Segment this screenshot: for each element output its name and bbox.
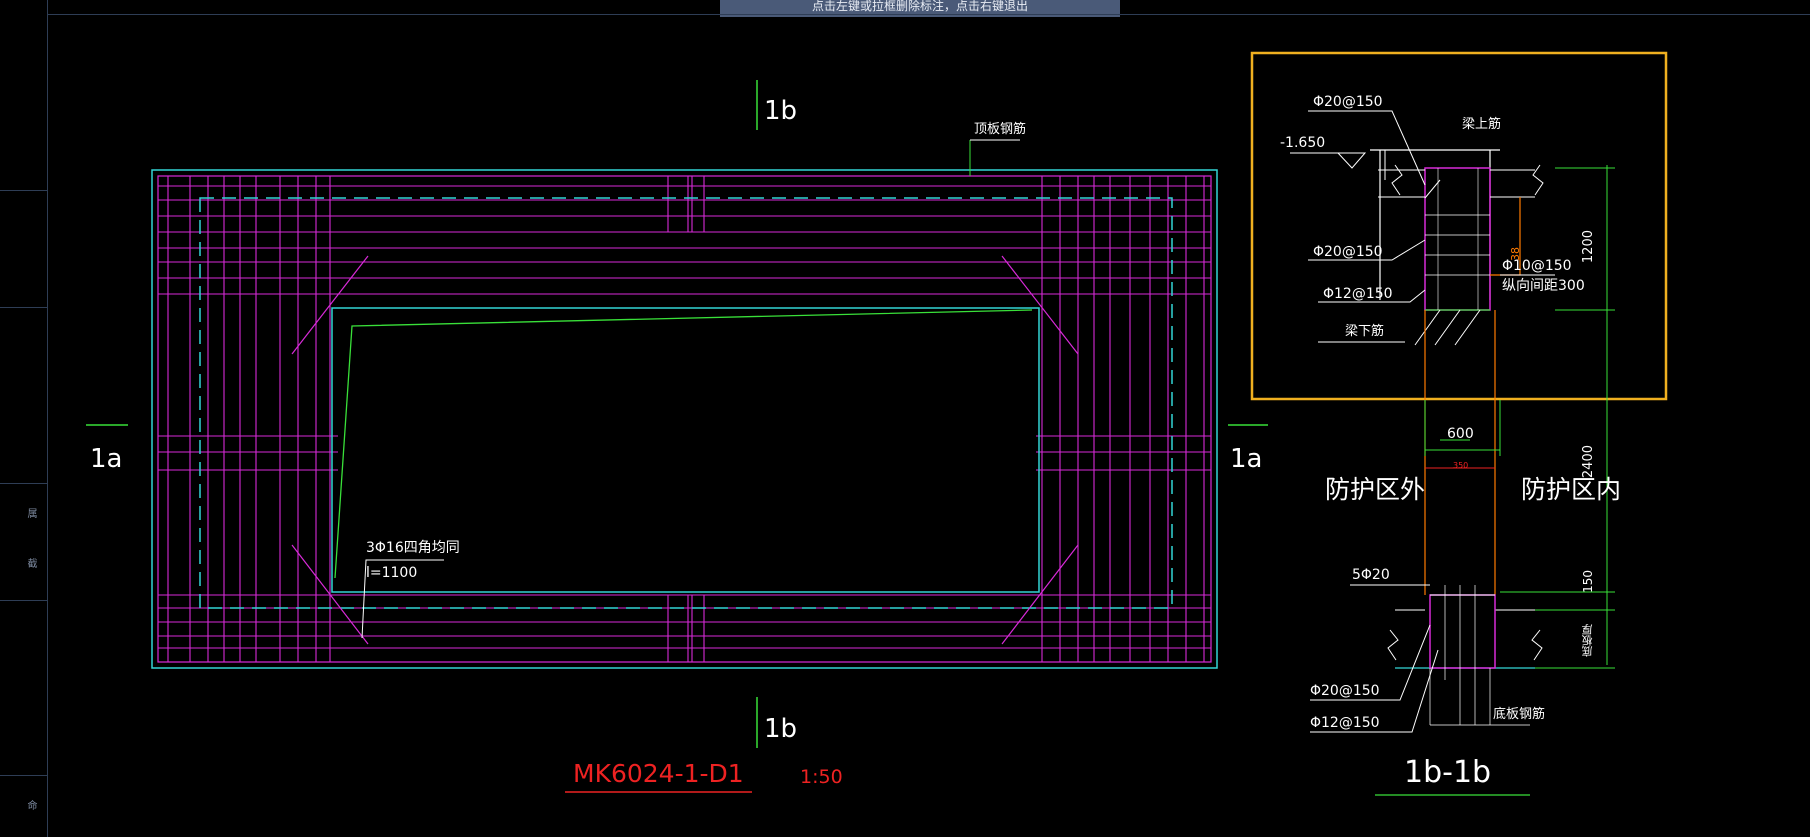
panel-separator (0, 307, 47, 308)
drawing-scale: 1:50 (800, 766, 843, 788)
rebar-label-mid: Φ20@150 (1313, 244, 1383, 260)
top-bar-label: 顶板钢筋 (974, 122, 1027, 137)
rebar-label-mid-2: Φ12@150 (1323, 286, 1393, 302)
section-label-left: 1a (90, 444, 123, 474)
panel-tab-2[interactable]: 截 (8, 558, 38, 568)
panel-separator (0, 190, 47, 191)
section-label-bottom: 1b (764, 714, 798, 744)
panel-separator (0, 483, 47, 484)
rebar-label-top: Φ20@150 (1313, 94, 1383, 110)
spacing-label: 纵向间距300 (1502, 278, 1585, 294)
rebar-5-label: 5Φ20 (1352, 567, 1390, 583)
green-polyline (334, 309, 1033, 579)
dim-1200: 1200 (1581, 230, 1596, 264)
dim-350: 350 (1453, 461, 1469, 470)
section-title: 1b-1b (1404, 755, 1492, 790)
rebar-label-bottom-2: Φ12@150 (1310, 715, 1380, 731)
panel-tab-3[interactable]: 命 (8, 800, 38, 810)
top-divider (47, 14, 1810, 15)
base-bar-label: 底板钢筋 (1493, 707, 1546, 722)
dim-600: 600 (1447, 426, 1474, 442)
stirrup-label: Φ10@150 (1502, 258, 1572, 274)
rebar-label-bottom-1: Φ20@150 (1310, 683, 1380, 699)
wall-dashed-line (199, 197, 1173, 609)
corner-bar-length: l=1100 (366, 565, 418, 581)
beam-top-label: 梁上筋 (1462, 117, 1502, 132)
elevation-label: -1.650 (1280, 135, 1326, 151)
panel-tab-1[interactable]: 属 (8, 508, 38, 518)
panel-separator (0, 600, 47, 601)
plan-rebar-grid (158, 176, 1211, 662)
dim-2400: 2400 (1581, 445, 1596, 479)
slab-outline (151, 169, 1218, 669)
beam-bottom-label: 梁下筋 (1345, 324, 1385, 339)
base-thickness-label: 底板厚 (1581, 624, 1594, 657)
drawing-title: MK6024-1-D1 (573, 759, 744, 788)
section-label-right: 1a (1230, 444, 1263, 474)
panel-separator (0, 775, 47, 776)
hint-text: 点击左键或拉框删除标注，点击右键退出 (811, 0, 1028, 13)
dim-38: 38 (1509, 247, 1522, 261)
corner-bars (291, 255, 1079, 645)
corner-bar-label: 3Φ16四角均同 (366, 540, 460, 556)
zone-inside-label: 防护区内 (1521, 475, 1622, 504)
dim-150: 150 (1581, 570, 1595, 593)
section-label-top: 1b (764, 96, 798, 126)
zone-outside-label: 防护区外 (1325, 475, 1426, 504)
left-side-panel[interactable]: 属 截 命 (0, 0, 48, 837)
